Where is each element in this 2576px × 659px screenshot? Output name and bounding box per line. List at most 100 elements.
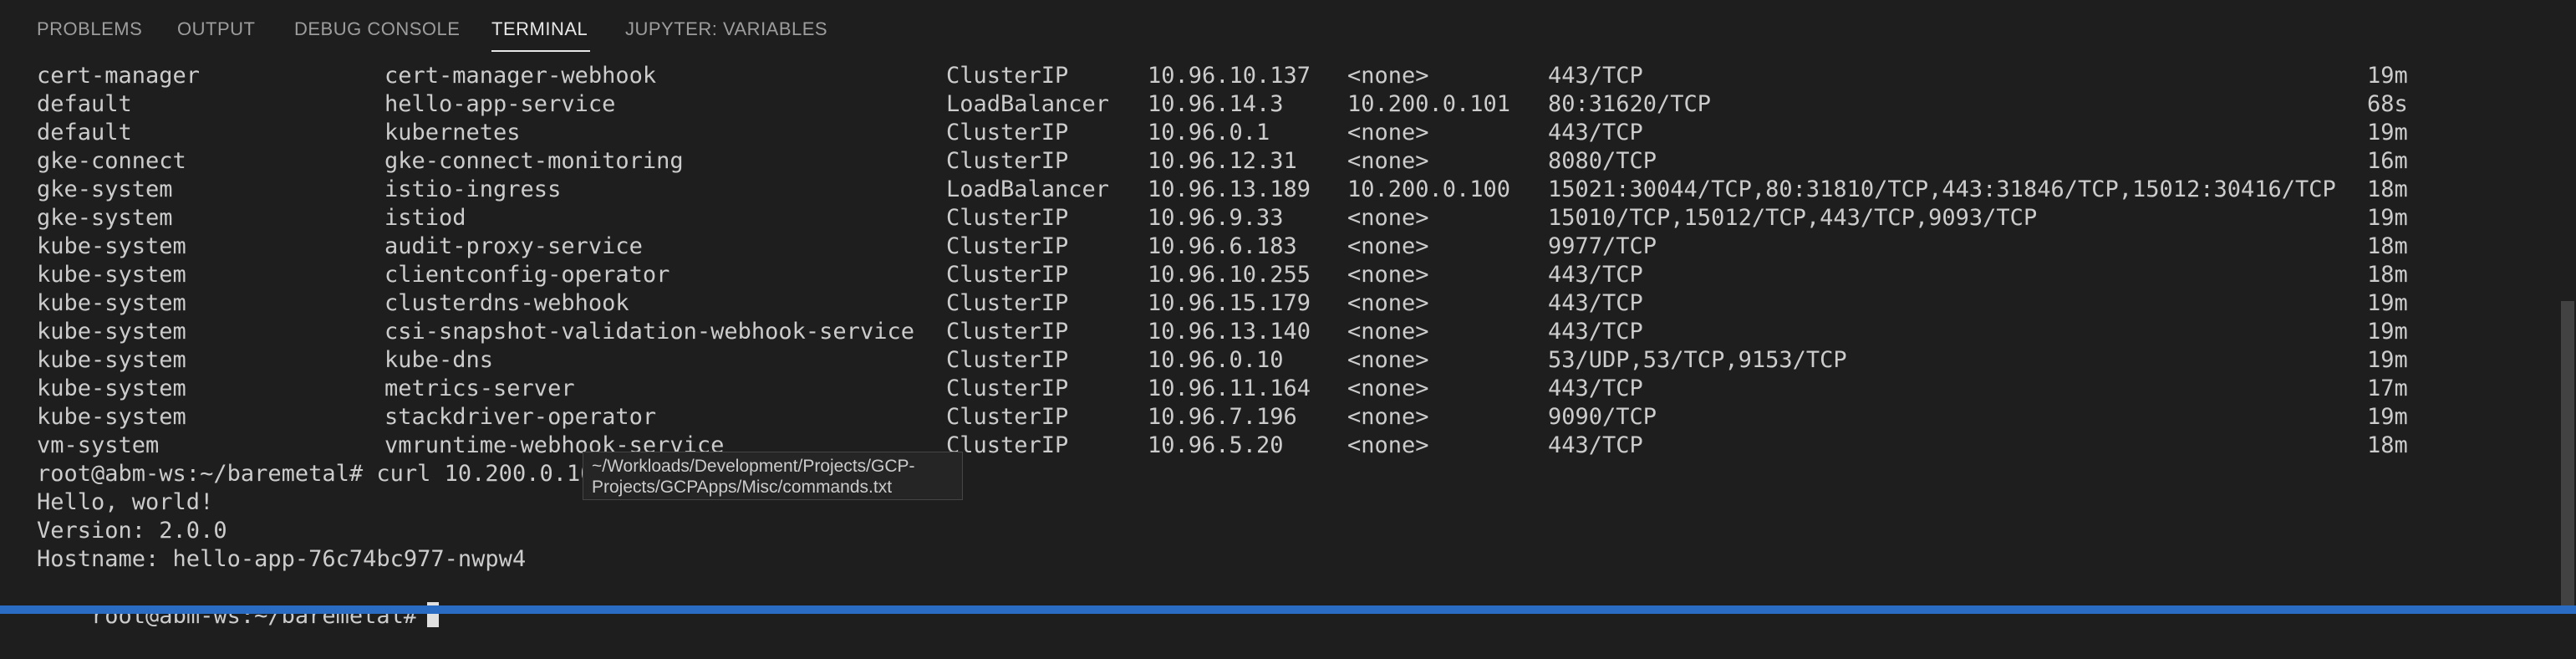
tab-debug-console[interactable]: DEBUG CONSOLE — [294, 18, 460, 47]
table-cell: 10.96.14.3 — [1148, 91, 1284, 117]
table-cell: gke-connect-monitoring — [384, 148, 684, 174]
table-row: gke-system istiod ClusterIP 10.96.9.33 <none… — [0, 204, 2558, 232]
table-cell: kube-system — [37, 290, 186, 316]
table-cell: 443/TCP — [1548, 432, 1643, 458]
tooltip-line: ~/Workloads/Development/Projects/GCP- — [592, 457, 915, 476]
table-cell: ClusterIP — [946, 205, 1069, 231]
table-cell: 10.96.7.196 — [1148, 404, 1297, 430]
table-cell: 443/TCP — [1548, 120, 1643, 146]
tab-problems[interactable]: PROBLEMS — [37, 18, 142, 47]
tab-terminal[interactable]: TERMINAL — [491, 18, 588, 47]
table-cell: 19m — [2367, 290, 2408, 316]
table-cell: ClusterIP — [946, 290, 1069, 316]
table-cell: clientconfig-operator — [384, 262, 670, 288]
table-cell: 18m — [2367, 176, 2408, 202]
table-cell: 53/UDP,53/TCP,9153/TCP — [1548, 347, 1847, 373]
tooltip-line: Projects/GCPApps/Misc/commands.txt — [592, 478, 893, 497]
table-cell: 10.96.13.140 — [1148, 319, 1311, 345]
table-row: gke-connect gke-connect-monitoring Cluster… — [0, 147, 2558, 176]
table-cell: <none> — [1347, 319, 1429, 345]
table-row: kube-system audit-proxy-service ClusterIP 1… — [0, 232, 2558, 261]
table-cell: istiod — [384, 205, 466, 231]
table-cell: 443/TCP — [1548, 290, 1643, 316]
table-cell: 15010/TCP,15012/TCP,443/TCP,9093/TCP — [1548, 205, 2038, 231]
table-cell: <none> — [1347, 262, 1429, 288]
table-cell: <none> — [1347, 205, 1429, 231]
table-cell: audit-proxy-service — [384, 233, 643, 259]
table-cell: clusterdns-webhook — [384, 290, 629, 316]
table-cell: hello-app-service — [384, 91, 616, 117]
table-row: default hello-app-service LoadBalancer 10.9… — [0, 90, 2558, 119]
table-row: kube-system clientconfig-operator ClusterI… — [0, 261, 2558, 289]
panel-tab-bar: PROBLEMS OUTPUT DEBUG CONSOLE TERMINAL J… — [0, 0, 2576, 60]
table-cell: <none> — [1347, 347, 1429, 373]
active-tab-indicator — [491, 50, 590, 52]
table-cell: 80:31620/TCP — [1548, 91, 1712, 117]
terminal-output-line: Hello, world! — [37, 489, 214, 515]
table-cell: istio-ingress — [384, 176, 562, 202]
table-cell: 19m — [2367, 319, 2408, 345]
table-cell: <none> — [1347, 290, 1429, 316]
table-cell: kubernetes — [384, 120, 521, 146]
table-cell: 19m — [2367, 120, 2408, 146]
table-cell: gke-connect — [37, 148, 186, 174]
table-cell: 10.96.10.137 — [1148, 63, 1311, 89]
table-cell: 18m — [2367, 432, 2408, 458]
table-cell: kube-dns — [384, 347, 494, 373]
table-row: gke-system istio-ingress LoadBalancer 10.96… — [0, 176, 2558, 204]
table-cell: 443/TCP — [1548, 63, 1643, 89]
table-cell: 10.96.6.183 — [1148, 233, 1297, 259]
table-cell: kube-system — [37, 347, 186, 373]
table-cell: 9977/TCP — [1548, 233, 1657, 259]
table-cell: cert-manager — [37, 63, 201, 89]
table-cell: 16m — [2367, 148, 2408, 174]
file-path-tooltip: ~/Workloads/Development/Projects/GCP- Pr… — [583, 452, 963, 500]
table-cell: ClusterIP — [946, 347, 1069, 373]
table-row: default kubernetes ClusterIP 10.96.0.1 <none… — [0, 119, 2558, 147]
terminal-output-line: Version: 2.0.0 — [37, 518, 227, 544]
table-cell: kube-system — [37, 233, 186, 259]
table-row: vm-system vmruntime-webhook-service Cluste… — [0, 432, 2558, 460]
table-cell: kube-system — [37, 375, 186, 401]
table-cell: <none> — [1347, 63, 1429, 89]
terminal-area[interactable]: cert-manager cert-manager-webhook ClusterI… — [0, 60, 2576, 629]
tab-jupyter-variables[interactable]: JUPYTER: VARIABLES — [625, 18, 827, 47]
table-cell: 10.96.12.31 — [1148, 148, 1297, 174]
table-cell: csi-snapshot-validation-webhook-service — [384, 319, 914, 345]
table-cell: <none> — [1347, 404, 1429, 430]
table-cell: 19m — [2367, 347, 2408, 373]
table-cell: 19m — [2367, 63, 2408, 89]
table-cell: cert-manager-webhook — [384, 63, 657, 89]
table-cell: <none> — [1347, 375, 1429, 401]
table-cell: ClusterIP — [946, 63, 1069, 89]
table-cell: 8080/TCP — [1548, 148, 1657, 174]
table-row: kube-system kube-dns ClusterIP 10.96.0.10 <n… — [0, 346, 2558, 375]
terminal-output-line: Hostname: hello-app-76c74bc977-nwpw4 — [37, 546, 527, 572]
table-cell: 10.96.0.1 — [1148, 120, 1270, 146]
terminal-scrollbar[interactable] — [2561, 301, 2574, 605]
table-row: kube-system metrics-server ClusterIP 10.96.… — [0, 375, 2558, 403]
table-cell: ClusterIP — [946, 404, 1069, 430]
tab-output[interactable]: OUTPUT — [177, 18, 255, 47]
table-cell: vm-system — [37, 432, 160, 458]
table-row: kube-system stackdriver-operator ClusterIP… — [0, 403, 2558, 432]
table-cell: <none> — [1347, 120, 1429, 146]
table-cell: ClusterIP — [946, 319, 1069, 345]
table-cell: 10.96.9.33 — [1148, 205, 1284, 231]
table-cell: ClusterIP — [946, 375, 1069, 401]
table-cell: 443/TCP — [1548, 375, 1643, 401]
table-cell: kube-system — [37, 319, 186, 345]
table-cell: 9090/TCP — [1548, 404, 1657, 430]
table-cell: <none> — [1347, 148, 1429, 174]
table-cell: kube-system — [37, 262, 186, 288]
terminal-command-line: root@abm-ws:~/baremetal# curl 10.200.0.1… — [37, 461, 608, 487]
table-row: kube-system csi-snapshot-validation-webho… — [0, 318, 2558, 346]
terminal-prompt-line[interactable]: root@abm-ws:~/baremetal# — [37, 574, 440, 629]
table-cell: <none> — [1347, 432, 1429, 458]
table-cell: ClusterIP — [946, 120, 1069, 146]
table-cell: 10.96.15.179 — [1148, 290, 1311, 316]
table-cell: LoadBalancer — [946, 176, 1110, 202]
table-cell: 443/TCP — [1548, 262, 1643, 288]
table-cell: gke-system — [37, 176, 173, 202]
table-cell: ClusterIP — [946, 148, 1069, 174]
